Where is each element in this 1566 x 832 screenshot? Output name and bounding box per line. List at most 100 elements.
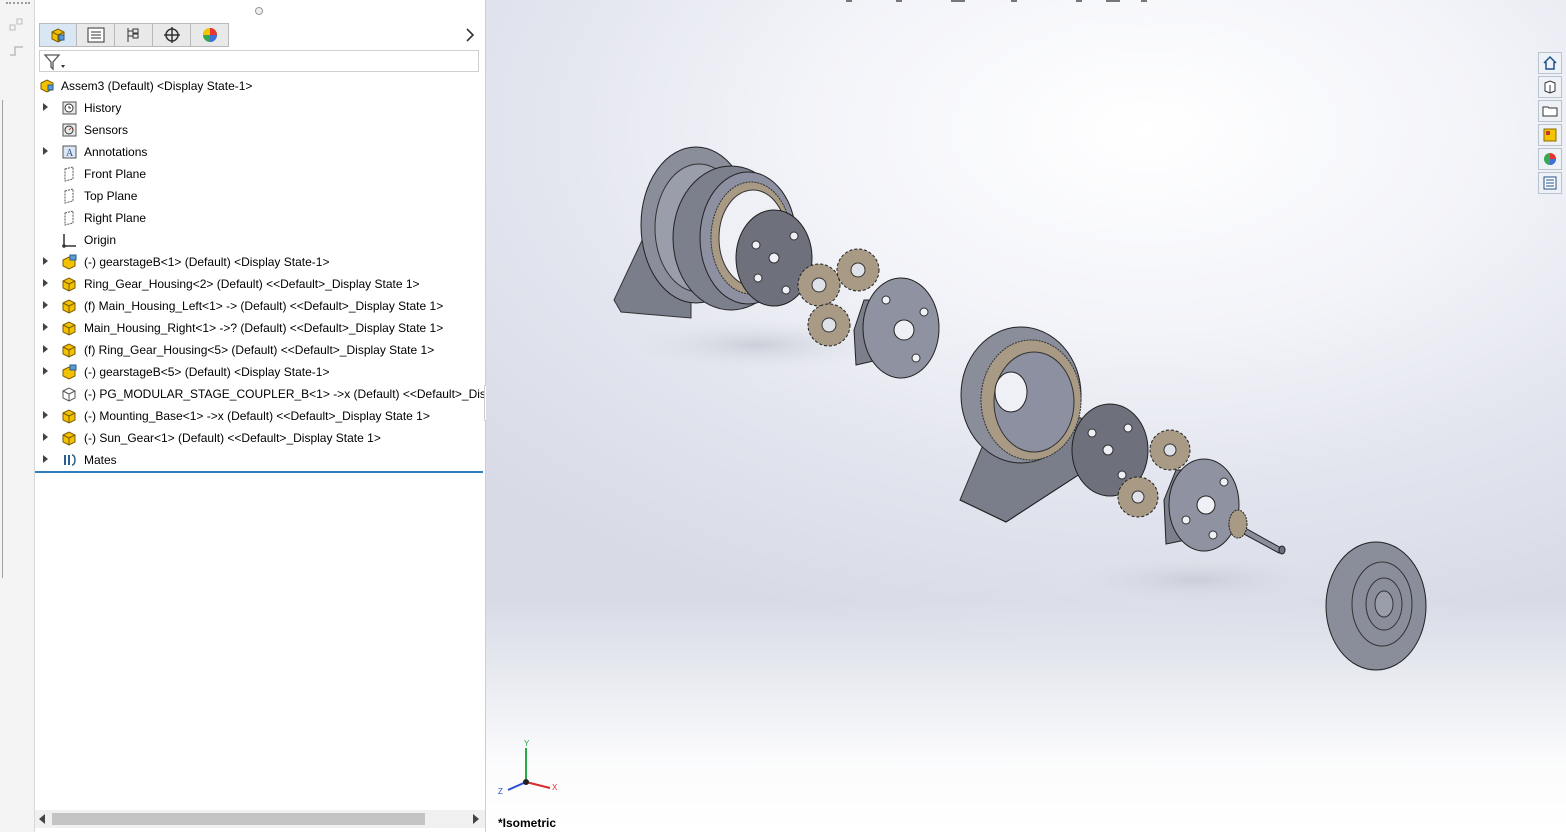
expand-arrow-icon[interactable] bbox=[43, 279, 48, 287]
part-icon bbox=[62, 277, 76, 292]
part-icon bbox=[62, 409, 76, 424]
tree-item[interactable]: Top Plane bbox=[35, 185, 485, 207]
tree-item[interactable]: (-) gearstageB<5> (Default) <Display Sta… bbox=[35, 361, 485, 383]
tree-item-label: Top Plane bbox=[84, 189, 138, 203]
sun-gear-shaft-part[interactable] bbox=[1228, 509, 1286, 555]
part-icon bbox=[62, 343, 76, 358]
tree-item-label: (-) gearstageB<1> (Default) <Display Sta… bbox=[84, 255, 330, 269]
display-manager-tab[interactable] bbox=[191, 23, 229, 47]
mounting-base-part[interactable] bbox=[1325, 541, 1427, 671]
expand-arrow-icon[interactable] bbox=[43, 455, 48, 463]
tree-item[interactable]: (-) gearstageB<1> (Default) <Display Sta… bbox=[35, 251, 485, 273]
dimxpert-tab[interactable] bbox=[153, 23, 191, 47]
history-icon bbox=[62, 101, 77, 115]
tree-item[interactable]: (f) Main_Housing_Left<1> -> (Default) <<… bbox=[35, 295, 485, 317]
tree-item[interactable]: (-) Mounting_Base<1> ->x (Default) <<Def… bbox=[35, 405, 485, 427]
divider bbox=[2, 100, 3, 578]
horizontal-scrollbar[interactable] bbox=[35, 810, 485, 828]
tree-item[interactable]: Front Plane bbox=[35, 163, 485, 185]
step-icon[interactable] bbox=[8, 42, 26, 60]
tree-item-label: (-) PG_MODULAR_STAGE_COUPLER_B<1> ->x (D… bbox=[84, 387, 508, 401]
task-pane-tabs bbox=[1538, 52, 1564, 196]
assembly-icon bbox=[40, 79, 54, 93]
subassembly-icon bbox=[62, 254, 77, 270]
panel-grip[interactable] bbox=[255, 7, 263, 15]
tree-item-label: Front Plane bbox=[84, 167, 147, 181]
expand-arrow-icon[interactable] bbox=[43, 257, 48, 265]
triad-x-label: X bbox=[552, 783, 558, 792]
expand-arrow-icon[interactable] bbox=[43, 433, 48, 441]
left-toolbar-strip bbox=[0, 0, 35, 832]
tree-item[interactable]: Mates bbox=[35, 449, 485, 471]
tree-item[interactable]: History bbox=[35, 97, 485, 119]
appearances-icon[interactable] bbox=[1538, 148, 1562, 170]
coupler-plate-part[interactable] bbox=[853, 277, 940, 379]
tree-item-label: Origin bbox=[84, 233, 117, 247]
expand-arrow-icon[interactable] bbox=[43, 323, 48, 331]
tree-item[interactable]: Ring_Gear_Housing<2> (Default) <<Default… bbox=[35, 273, 485, 295]
exploded-assembly-model[interactable] bbox=[486, 0, 1566, 832]
tree-item-label: Ring_Gear_Housing<2> (Default) <<Default… bbox=[84, 277, 420, 291]
tree-item[interactable]: (-) PG_MODULAR_STAGE_COUPLER_B<1> ->x (D… bbox=[35, 383, 508, 405]
expand-arrow-icon[interactable] bbox=[43, 103, 48, 111]
tree-item-label: Main_Housing_Right<1> ->? (Default) <<De… bbox=[84, 321, 444, 335]
drag-grip[interactable] bbox=[6, 2, 30, 7]
root-label: Assem3 (Default) <Display State-1> bbox=[61, 79, 253, 93]
subassembly-icon bbox=[62, 364, 77, 380]
tree-item-label: History bbox=[84, 101, 122, 115]
view-palette-icon[interactable] bbox=[1538, 124, 1562, 146]
tree-item-label: (-) Sun_Gear<1> (Default) <<Default>_Dis… bbox=[84, 431, 381, 445]
graphics-area[interactable]: Y X Z *Isometric bbox=[486, 0, 1566, 832]
configuration-icon bbox=[127, 28, 138, 42]
file-explorer-icon[interactable] bbox=[1538, 100, 1562, 122]
filter-icon[interactable] bbox=[43, 53, 65, 71]
tree-item[interactable]: Main_Housing_Right<1> ->? (Default) <<De… bbox=[35, 317, 485, 339]
view-orientation-label: *Isometric bbox=[498, 816, 557, 830]
design-library-icon[interactable] bbox=[1538, 76, 1562, 98]
custom-properties-icon[interactable] bbox=[1538, 172, 1562, 194]
scroll-thumb[interactable] bbox=[52, 813, 425, 825]
tree-item[interactable]: (-) Sun_Gear<1> (Default) <<Default>_Dis… bbox=[35, 427, 485, 449]
tree-item-label: (f) Main_Housing_Left<1> -> (Default) <<… bbox=[84, 299, 444, 313]
tree-root[interactable]: Assem3 (Default) <Display State-1> bbox=[35, 75, 485, 97]
property-list-icon bbox=[87, 27, 104, 43]
feature-manager-tab[interactable] bbox=[39, 23, 77, 47]
tree-item-label: Mates bbox=[84, 453, 117, 467]
rollback-bar[interactable] bbox=[35, 471, 483, 473]
configuration-manager-tab[interactable] bbox=[115, 23, 153, 47]
feature-manager-panel: Assem3 (Default) <Display State-1> Histo… bbox=[35, 0, 508, 832]
triad-y-label: Y bbox=[524, 739, 530, 748]
part-icon bbox=[62, 299, 76, 314]
expand-arrow-icon[interactable] bbox=[43, 345, 48, 353]
sensors-icon bbox=[62, 123, 77, 137]
scroll-right-icon[interactable] bbox=[473, 814, 479, 824]
crosshair-icon bbox=[163, 27, 180, 43]
expand-arrow-icon[interactable] bbox=[43, 367, 48, 375]
filter-bar[interactable] bbox=[39, 50, 479, 72]
expand-arrow-icon[interactable] bbox=[43, 147, 48, 155]
plane-icon bbox=[64, 210, 74, 226]
tree-item[interactable]: Right Plane bbox=[35, 207, 485, 229]
home-icon[interactable] bbox=[1538, 52, 1562, 74]
scroll-left-icon[interactable] bbox=[39, 814, 45, 824]
part-icon bbox=[62, 321, 76, 336]
more-tabs-chevron-icon[interactable] bbox=[463, 27, 477, 43]
tree-item[interactable]: A Annotations bbox=[35, 141, 485, 163]
annotations-icon: A bbox=[62, 145, 77, 159]
assembly-cube-icon bbox=[51, 28, 65, 43]
expand-arrow-icon[interactable] bbox=[43, 411, 48, 419]
housing-right-part[interactable] bbox=[959, 326, 1087, 523]
triad-z-label: Z bbox=[498, 787, 503, 796]
sketch-icon[interactable] bbox=[8, 16, 26, 34]
mates-icon bbox=[64, 454, 76, 466]
coupler-plate-part-2[interactable] bbox=[1163, 458, 1240, 552]
appearance-sphere-icon bbox=[202, 28, 217, 42]
tree-item[interactable]: (f) Ring_Gear_Housing<5> (Default) <<Def… bbox=[35, 339, 485, 361]
tree-item[interactable]: Origin bbox=[35, 229, 485, 251]
property-manager-tab[interactable] bbox=[77, 23, 115, 47]
tree-item[interactable]: Sensors bbox=[35, 119, 485, 141]
tree-item-label: Sensors bbox=[84, 123, 129, 137]
tree-item-label: (f) Ring_Gear_Housing<5> (Default) <<Def… bbox=[84, 343, 435, 357]
origin-icon bbox=[62, 234, 76, 248]
expand-arrow-icon[interactable] bbox=[43, 301, 48, 309]
